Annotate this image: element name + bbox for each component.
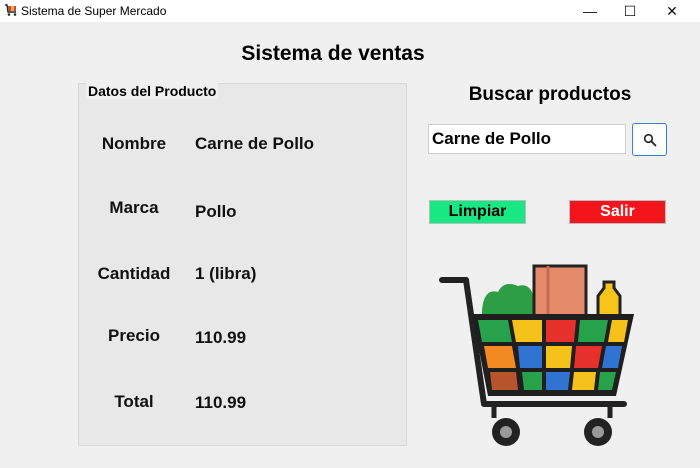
field-label-precio: Precio [108, 326, 160, 345]
shopping-cart-icon [439, 264, 634, 446]
close-button[interactable]: ✕ [650, 0, 694, 22]
minimize-button[interactable]: — [568, 0, 612, 22]
maximize-icon: ☐ [623, 2, 637, 19]
field-label-total: Total [114, 392, 154, 411]
field-value-total: 110.99 [195, 393, 247, 412]
product-panel-legend: Datos del Producto [86, 83, 219, 99]
search-input[interactable] [428, 124, 626, 154]
page-title: Sistema de ventas [241, 42, 425, 65]
clear-button-label: Limpiar [448, 203, 507, 220]
search-icon [643, 133, 656, 146]
clear-button[interactable]: Limpiar [429, 200, 526, 224]
field-value-precio: 110.99 [195, 328, 247, 347]
shopping-cart-app-icon [5, 4, 17, 16]
field-value-nombre: Carne de Pollo [195, 134, 315, 153]
field-label-nombre: Nombre [101, 134, 167, 153]
close-icon: ✕ [666, 2, 678, 19]
search-button[interactable] [632, 123, 667, 156]
maximize-button[interactable]: ☐ [608, 0, 652, 22]
exit-button[interactable]: Salir [569, 200, 666, 224]
exit-button-label: Salir [600, 203, 635, 220]
field-label-marca: Marca [109, 198, 159, 217]
field-value-marca: Pollo [195, 202, 237, 221]
window-title: Sistema de Super Mercado [21, 4, 167, 18]
field-label-cantidad: Cantidad [97, 264, 171, 283]
field-value-cantidad: 1 (libra) [195, 264, 257, 283]
window-titlebar: Sistema de Super Mercado — ☐ ✕ [0, 0, 700, 22]
minimize-icon: — [583, 3, 597, 19]
search-section-title: Buscar productos [468, 84, 632, 105]
